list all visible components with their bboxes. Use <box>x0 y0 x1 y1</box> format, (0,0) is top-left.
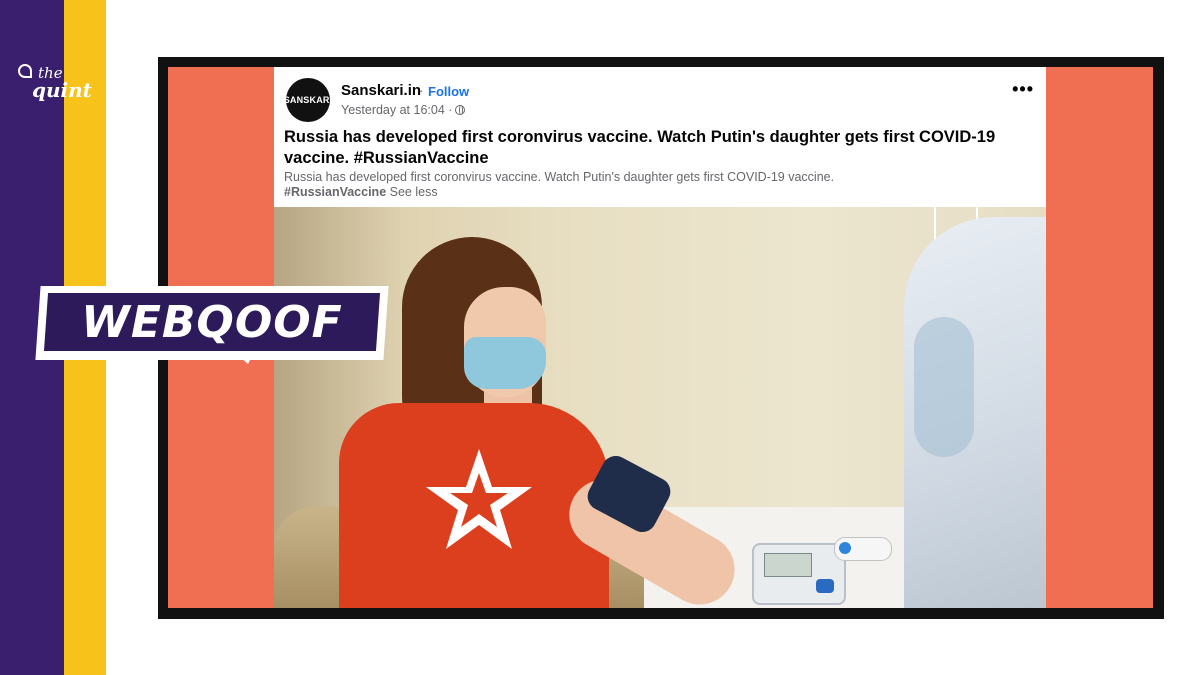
facebook-post: SANSKARI Sanskari.in · Follow Yesterday … <box>274 67 1046 608</box>
shirt-star-icon <box>426 449 532 549</box>
see-less-link[interactable]: See less <box>390 185 438 199</box>
monitor-screen <box>764 553 812 577</box>
more-options-icon[interactable]: ••• <box>1012 79 1034 100</box>
hashtag-link[interactable]: #RussianVaccine <box>284 185 386 199</box>
monitor-button <box>816 579 834 593</box>
device-blue-cap <box>839 542 851 554</box>
post-timestamp[interactable]: Yesterday at 16:04 · <box>341 103 452 117</box>
badge-label: WEBQOOF <box>81 296 343 348</box>
medical-device <box>834 537 892 561</box>
video-doctor-visor <box>914 317 974 457</box>
video-face-mask <box>464 337 546 389</box>
post-description: Russia has developed first coronvirus va… <box>284 170 1044 200</box>
post-timestamp-row: Yesterday at 16:04 · <box>341 103 466 117</box>
page-avatar[interactable]: SANSKARI <box>284 78 332 122</box>
blood-pressure-monitor <box>752 543 846 605</box>
post-video[interactable] <box>274 207 1046 608</box>
webqoof-badge: WEBQOOF <box>35 286 389 364</box>
header-separator: · <box>419 83 424 98</box>
quint-logo-mark-icon <box>18 64 32 78</box>
page-name-link[interactable]: Sanskari.in <box>341 82 421 99</box>
post-headline: Russia has developed first coronvirus va… <box>284 128 996 167</box>
follow-button[interactable]: Follow <box>428 84 469 99</box>
logo-line-quint: quint <box>32 78 92 102</box>
description-text: Russia has developed first coronvirus va… <box>284 170 835 184</box>
globe-icon <box>455 105 466 115</box>
the-quint-logo: the quint <box>18 62 98 106</box>
badge-tail <box>234 352 254 364</box>
